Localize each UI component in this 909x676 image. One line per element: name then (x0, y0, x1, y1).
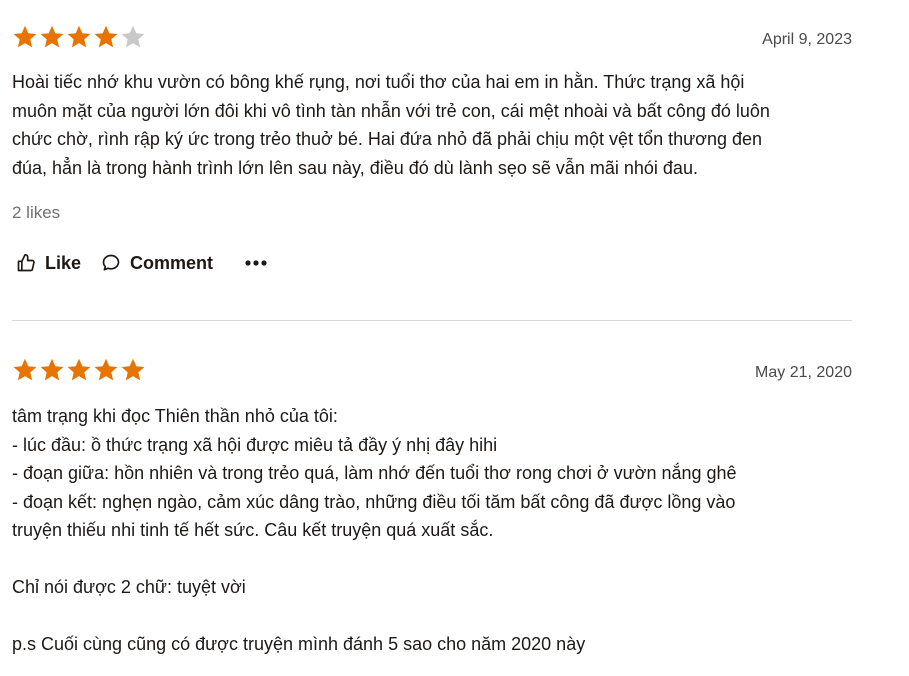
star-icon (12, 357, 38, 383)
star-icon (120, 24, 146, 50)
comment-label: Comment (130, 252, 214, 273)
star-rating (12, 357, 146, 383)
review-actions: Like Comment (12, 251, 852, 275)
more-options-button[interactable] (245, 259, 267, 267)
star-icon (120, 357, 146, 383)
review-card: May 21, 2020 tâm trạng khi đọc Thiên thầ… (12, 355, 852, 659)
star-icon (93, 24, 119, 50)
review-date[interactable]: April 9, 2023 (762, 31, 852, 49)
review-date[interactable]: May 21, 2020 (755, 364, 852, 382)
comment-button[interactable]: Comment (101, 253, 213, 274)
review-text: Hoài tiếc nhớ khu vườn có bông khế rụng,… (12, 72, 770, 178)
review-divider (12, 320, 852, 321)
review-text: tâm trạng khi đọc Thiên thần nhỏ của tôi… (12, 406, 737, 654)
like-button[interactable]: Like (16, 253, 81, 274)
review-card: April 9, 2023 Hoài tiếc nhớ khu vườn có … (12, 22, 852, 275)
star-icon (39, 24, 65, 50)
review-header: May 21, 2020 (12, 355, 852, 389)
star-icon (66, 357, 92, 383)
like-label: Like (45, 252, 82, 273)
star-icon (66, 24, 92, 50)
star-icon (39, 357, 65, 383)
more-dots-icon (245, 259, 267, 267)
thumbs-up-icon (16, 253, 36, 273)
star-icon (93, 357, 119, 383)
likes-count[interactable]: 2 likes (12, 203, 852, 223)
star-rating (12, 24, 146, 50)
star-icon (12, 24, 38, 50)
comment-bubble-icon (101, 253, 121, 273)
review-header: April 9, 2023 (12, 22, 852, 56)
